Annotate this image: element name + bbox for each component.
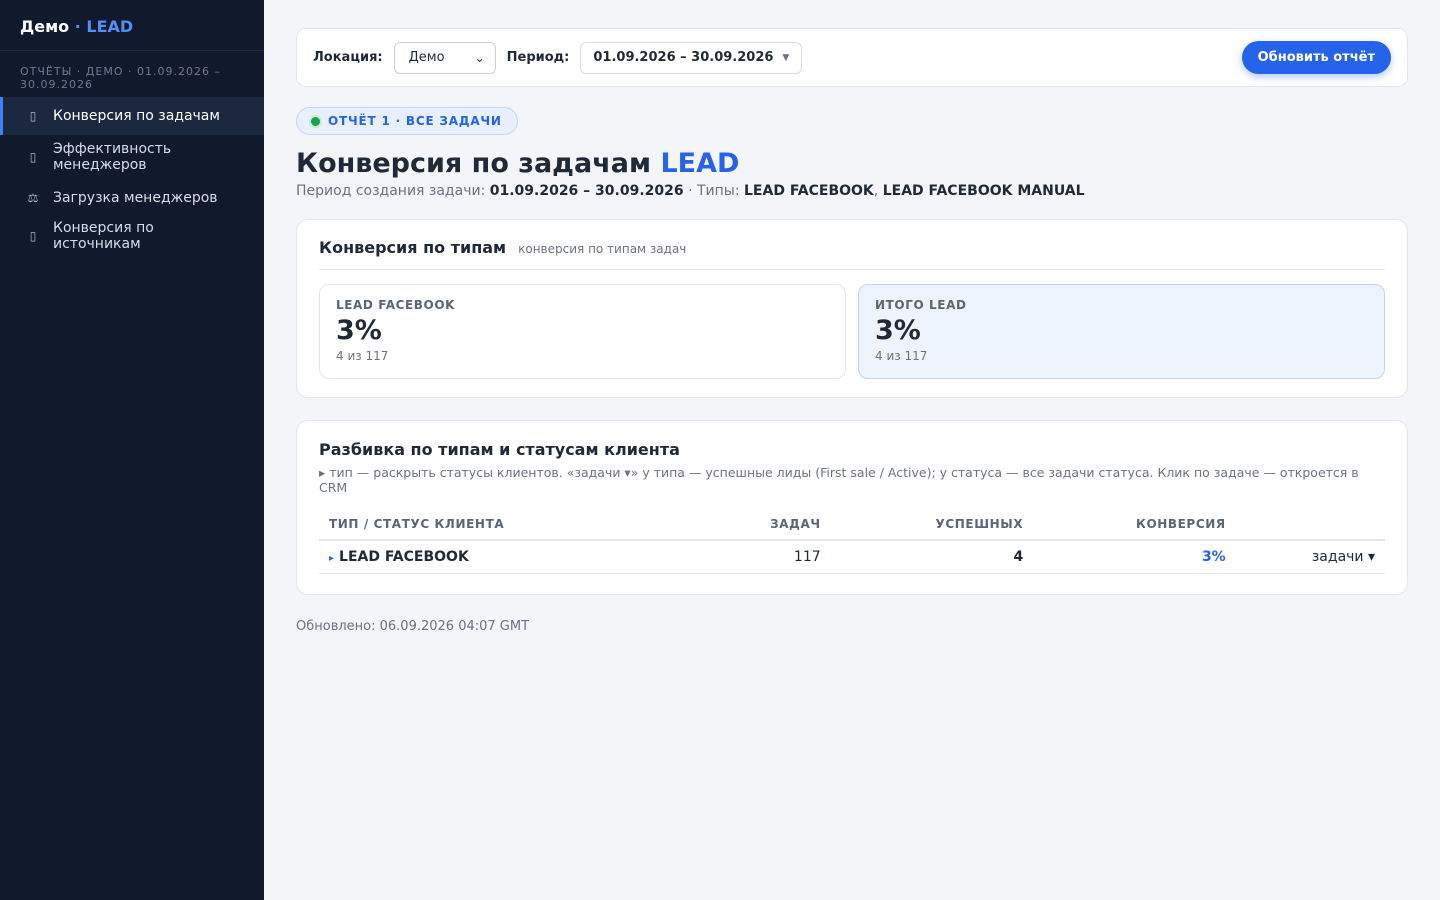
report-badge-text: ОТЧЁТ 1 · ВСЕ ЗАДАЧИ [328, 114, 502, 128]
scales-icon: ⚖ [27, 191, 39, 205]
brand-separator: · [74, 17, 81, 36]
type-name: LEAD FACEBOOK [339, 548, 469, 565]
card-header: Конверсия по типам конверсия по типам за… [319, 238, 1385, 270]
sidebar-item-label: Конверсия по источникам [53, 220, 154, 252]
sidebar-item-manager-load[interactable]: ⚖ Загрузка менеджеров [0, 179, 264, 217]
report-badge: ОТЧЁТ 1 · ВСЕ ЗАДАЧИ [296, 107, 518, 135]
stat-label: LEAD FACEBOOK [336, 298, 456, 312]
subtitle-prefix: Период создания задачи: [296, 183, 486, 199]
sidebar-item-label: Эффективность менеджеров [53, 141, 172, 173]
location-select-value: Демо [408, 50, 445, 65]
subtitle-type-1: LEAD FACEBOOK [744, 183, 874, 199]
card-hint: конверсия по типам задач [518, 242, 687, 256]
page-title-text: Конверсия по задачам [296, 148, 652, 179]
stat-sub: 4 из 117 [336, 349, 389, 363]
column-header-type: ТИП / СТАТУС КЛИЕНТА [319, 509, 671, 541]
table-header-row: ТИП / СТАТУС КЛИЕНТА ЗАДАЧ УСПЕШНЫХ КОНВ… [319, 509, 1385, 541]
stat-value: 3% [336, 315, 382, 346]
column-header-tasks: ЗАДАЧ [670, 509, 831, 541]
brand: Демо · LEAD [0, 0, 264, 51]
stats-row: LEAD FACEBOOK 3% 4 из 117 ИТОГО LEAD 3% … [319, 284, 1385, 379]
chevron-down-icon: ⌄ [474, 50, 485, 65]
filter-toolbar: Локация: Демо ⌄ Период: 01.09.2026 – 30.… [296, 28, 1408, 87]
breakdown-table: ТИП / СТАТУС КЛИЕНТА ЗАДАЧ УСПЕШНЫХ КОНВ… [319, 509, 1385, 574]
stat-label: ИТОГО LEAD [875, 298, 967, 312]
breakdown-card: Разбивка по типам и статусам клиента ▸ т… [296, 420, 1408, 595]
subtitle-type-2: LEAD FACEBOOK MANUAL [882, 183, 1085, 199]
caret-down-icon: ▼ [782, 52, 790, 63]
sidebar-item-manager-efficiency[interactable]: ▯ Эффективность менеджеров [0, 135, 264, 179]
type-cell[interactable]: ▸ LEAD FACEBOOK [319, 540, 671, 574]
sidebar-item-label: Загрузка менеджеров [53, 190, 218, 206]
main-content: Локация: Демо ⌄ Период: 01.09.2026 – 30.… [264, 0, 1440, 900]
expand-arrow-icon[interactable]: ▸ [329, 553, 334, 564]
successful-cell: 4 [830, 540, 1034, 574]
page-subtitle: Период создания задачи: 01.09.2026 – 30.… [296, 183, 1408, 199]
status-dot-icon [311, 116, 320, 126]
subtitle-types-prefix: · Типы: [688, 183, 740, 199]
stat-value: 3% [875, 315, 921, 346]
page-title: Конверсия по задачам LEAD [296, 148, 1408, 180]
refresh-report-button[interactable]: Обновить отчёт [1241, 41, 1391, 74]
column-header-successful: УСПЕШНЫХ [830, 509, 1034, 541]
brand-name: Демо [20, 17, 70, 36]
subtitle-period: 01.09.2026 – 30.09.2026 [489, 183, 684, 199]
stat-card-total: ИТОГО LEAD 3% 4 из 117 [858, 284, 1385, 379]
card-title: Конверсия по типам [319, 238, 507, 257]
location-label: Локация: [313, 50, 383, 65]
trophy-icon: ▯ [29, 150, 37, 164]
sidebar-item-source-conversion[interactable]: ▯ Конверсия по источникам [0, 217, 264, 255]
stat-sub: 4 из 117 [875, 349, 928, 363]
card-description: ▸ тип — раскрыть статусы клиентов. «зада… [319, 465, 1359, 495]
sidebar: Демо · LEAD ОТЧЁТЫ · ДЕМО · 01.09.2026 –… [0, 0, 264, 900]
card-title: Разбивка по типам и статусам клиента [319, 440, 680, 459]
sidebar-caption: ОТЧЁТЫ · ДЕМО · 01.09.2026 – 30.09.2026 [20, 65, 221, 91]
period-label: Период: [506, 50, 570, 65]
period-value: 01.09.2026 – 30.09.2026 [593, 50, 774, 65]
chart-icon: ▯ [29, 109, 37, 123]
tasks-dropdown-link[interactable]: задачи ▾ [1235, 540, 1385, 574]
column-header-conversion: КОНВЕРСИЯ [1033, 509, 1236, 541]
location-select[interactable]: Демо ⌄ [393, 41, 496, 74]
tasks-cell: 117 [670, 540, 831, 574]
sidebar-item-task-conversion[interactable]: ▯ Конверсия по задачам [0, 97, 264, 135]
column-header-actions [1235, 509, 1385, 541]
conversion-by-type-card: Конверсия по типам конверсия по типам за… [296, 219, 1408, 398]
brand-accent: LEAD [86, 17, 134, 36]
stat-card: LEAD FACEBOOK 3% 4 из 117 [319, 284, 846, 379]
sidebar-item-label: Конверсия по задачам [53, 108, 220, 124]
globe-icon: ▯ [29, 229, 37, 243]
table-row: ▸ LEAD FACEBOOK 117 4 3% задачи ▾ [319, 540, 1385, 574]
updated-timestamp: Обновлено: 06.09.2026 04:07 GMT [296, 618, 530, 634]
period-picker[interactable]: 01.09.2026 – 30.09.2026 ▼ [580, 41, 803, 74]
subtitle-comma: , [873, 183, 879, 199]
conversion-cell: 3% [1033, 540, 1236, 574]
page-title-accent: LEAD [660, 148, 740, 179]
